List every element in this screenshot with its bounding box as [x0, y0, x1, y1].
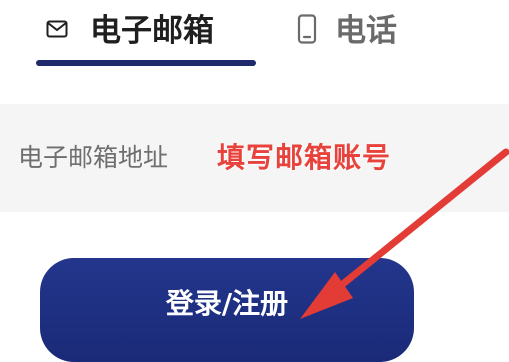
active-tab-indicator — [36, 60, 256, 66]
login-register-label: 登录/注册 — [165, 287, 289, 320]
login-method-tabs: 电子邮箱 电话 — [0, 0, 509, 72]
tab-phone[interactable]: 电话 — [297, 0, 397, 62]
tab-phone-label: 电话 — [335, 13, 397, 49]
tab-email[interactable]: 电子邮箱 — [46, 0, 214, 62]
envelope-icon — [46, 20, 68, 42]
phone-icon — [297, 14, 317, 48]
email-address-placeholder: 电子邮箱地址 — [18, 143, 169, 172]
tab-email-label: 电子邮箱 — [90, 13, 214, 49]
annotation-text: 填写邮箱账号 — [217, 141, 392, 174]
